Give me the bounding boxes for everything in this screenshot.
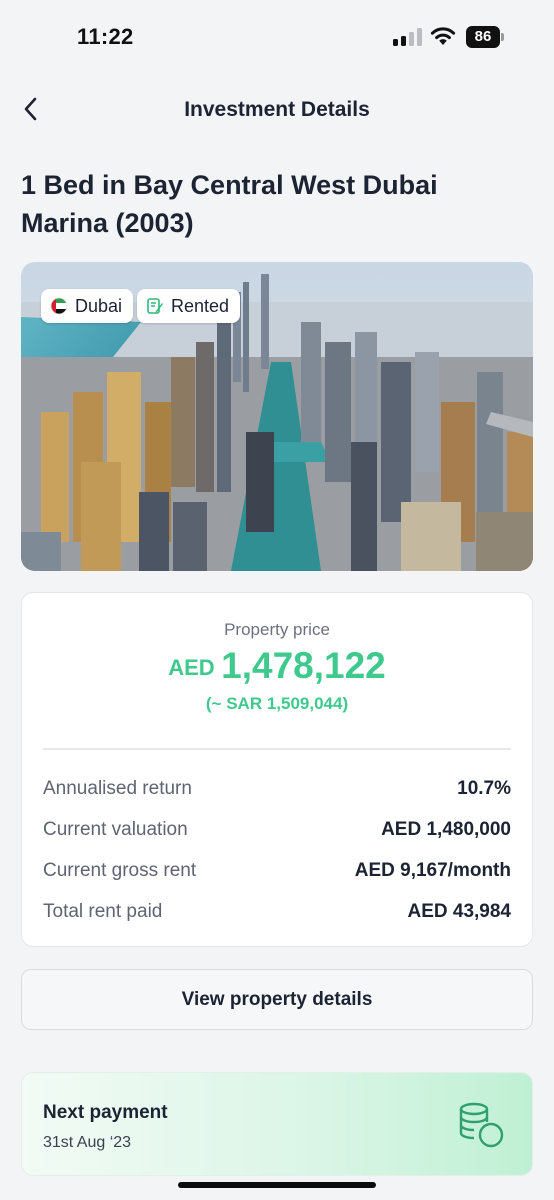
status-label: Rented xyxy=(171,295,230,316)
wifi-icon xyxy=(430,27,456,45)
stat-label: Current gross rent xyxy=(43,860,197,881)
coins-stack-icon xyxy=(459,1102,504,1148)
stat-label: Total rent paid xyxy=(43,901,163,922)
home-indicator xyxy=(178,1182,376,1188)
price-currency: AED xyxy=(168,655,215,680)
battery-level: 86 xyxy=(466,26,500,48)
stat-value: AED 1,480,000 xyxy=(381,819,511,840)
price-amount: 1,478,122 xyxy=(221,645,386,686)
investment-details-screen: 11:22 86 Investment Details 1 Bed in Bay… xyxy=(0,0,554,1200)
status-bar: 11:22 86 xyxy=(0,0,554,72)
nav-bar: Investment Details xyxy=(0,88,554,134)
location-chip: Dubai xyxy=(41,289,134,323)
next-payment-title: Next payment xyxy=(43,1102,168,1123)
property-price: AED 1,478,122 xyxy=(22,645,532,687)
stat-value: AED 9,167/month xyxy=(354,860,511,881)
stat-row-current-valuation: Current valuation AED 1,480,000 xyxy=(43,817,511,843)
stat-row-current-gross-rent: Current gross rent AED 9,167/month xyxy=(43,858,511,884)
property-image: Dubai Rented xyxy=(21,262,533,571)
cellular-signal-icon xyxy=(393,28,423,46)
price-card: Property price AED 1,478,122 (~ SAR 1,50… xyxy=(21,592,533,947)
battery-icon: 86 xyxy=(466,26,504,48)
stat-label: Current valuation xyxy=(43,819,188,840)
stat-row-total-rent-paid: Total rent paid AED 43,984 xyxy=(43,899,511,925)
location-label: Dubai xyxy=(75,295,123,316)
stat-value: AED 43,984 xyxy=(407,901,511,922)
page-title: Investment Details xyxy=(184,98,370,121)
uae-flag-icon xyxy=(50,297,68,315)
next-payment-date: 31st Aug ‘23 xyxy=(43,1134,132,1151)
status-time: 11:22 xyxy=(77,24,134,49)
price-label: Property price xyxy=(224,620,330,639)
next-payment-card[interactable]: Next payment 31st Aug ‘23 xyxy=(21,1072,533,1176)
status-chip: Rented xyxy=(137,289,241,323)
contract-icon xyxy=(146,297,164,315)
stat-value: 10.7% xyxy=(457,778,511,799)
view-property-details-button[interactable]: View property details xyxy=(21,969,533,1030)
price-secondary: (~ SAR 1,509,044) xyxy=(205,694,349,713)
stat-label: Annualised return xyxy=(43,778,192,799)
stat-row-annualised-return: Annualised return 10.7% xyxy=(43,776,511,802)
divider xyxy=(43,748,511,750)
property-title: 1 Bed in Bay Central West Dubai Marina (… xyxy=(21,170,438,238)
